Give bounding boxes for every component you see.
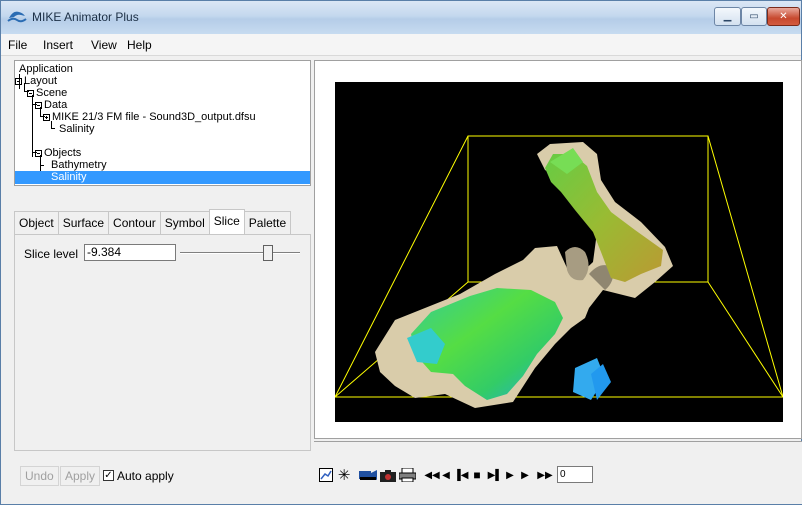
apply-bar: Undo Apply ✓ Auto apply — [14, 459, 311, 499]
tree-item-data-salinity[interactable]: Salinity — [59, 123, 94, 136]
tab-contour[interactable]: Contour — [108, 211, 161, 235]
tree-item-salinity-selected[interactable]: Salinity — [15, 171, 310, 184]
viewport-frame — [314, 60, 802, 439]
minimize-button[interactable]: ▁ — [714, 7, 741, 26]
tree-item-scene[interactable]: Scene — [27, 87, 67, 100]
play-icon[interactable]: ▶ — [518, 466, 532, 484]
menu-insert[interactable]: Insert — [43, 38, 73, 52]
app-logo-icon — [7, 11, 27, 23]
expand-icon[interactable] — [43, 113, 50, 121]
maximize-icon: ▭ — [749, 11, 759, 22]
scene-render — [335, 135, 783, 408]
rewind-icon[interactable]: ◀◀ — [424, 466, 439, 484]
slice-panel: Slice level -9.384 — [14, 234, 311, 451]
first-frame-icon[interactable]: ▐◀ — [454, 466, 469, 484]
camera-icon[interactable] — [380, 466, 396, 484]
step-forward-icon[interactable]: ▶ — [505, 466, 515, 484]
title-bar: MIKE Animator Plus ▁ ▭ ✕ — [1, 1, 801, 34]
slice-level-slider[interactable] — [180, 245, 300, 261]
stop-icon[interactable]: ■ — [470, 466, 484, 484]
slice-level-label: Slice level — [24, 247, 79, 261]
close-icon: ✕ — [779, 11, 788, 22]
edit-chart-icon[interactable] — [318, 466, 334, 484]
tree-item-dfsu-file[interactable]: MIKE 21/3 FM file - Sound3D_output.dfsu — [43, 111, 256, 124]
step-back-icon[interactable]: ◀ — [441, 466, 451, 484]
undo-button[interactable]: Undo — [20, 466, 59, 486]
maximize-button[interactable]: ▭ — [741, 7, 767, 26]
frame-number-input[interactable]: 0 — [557, 466, 593, 483]
tree-item-bathymetry[interactable]: Bathymetry — [51, 159, 107, 172]
tree-item-layout[interactable]: Layout — [15, 75, 57, 88]
tab-palette[interactable]: Palette — [243, 211, 292, 235]
app-window: MIKE Animator Plus ▁ ▭ ✕ File Insert Vie… — [0, 0, 802, 505]
record-icon[interactable] — [358, 466, 378, 484]
auto-apply-label: Auto apply — [117, 469, 174, 483]
menu-view[interactable]: View — [91, 38, 117, 52]
print-icon[interactable] — [398, 466, 416, 484]
menu-help[interactable]: Help — [127, 38, 152, 52]
slider-thumb[interactable] — [263, 245, 273, 261]
menu-bar: File Insert View Help — [1, 34, 801, 56]
tab-slice[interactable]: Slice — [208, 209, 245, 235]
asterisk-icon[interactable]: ✳ — [336, 466, 352, 484]
collapse-icon[interactable] — [15, 77, 22, 85]
tree-item-application[interactable]: Application — [19, 63, 73, 76]
menu-file[interactable]: File — [8, 38, 27, 52]
slider-track — [180, 252, 300, 254]
3d-scene-view[interactable] — [335, 82, 783, 422]
close-button[interactable]: ✕ — [767, 7, 800, 26]
tab-symbol[interactable]: Symbol — [159, 211, 210, 235]
playback-toolbar: ✳ ◀◀ ◀ ▐◀ ■ ▶▌ ▶ ▶ ▶▶ 0 — [314, 441, 802, 504]
minimize-icon: ▁ — [723, 11, 732, 22]
last-frame-icon[interactable]: ▶▌ — [488, 466, 503, 484]
property-tabs: Object Surface Contour Symbol Slice Pale… — [14, 209, 292, 235]
object-tree[interactable]: Application Layout Scene Data MIKE 21/3 … — [14, 60, 311, 186]
slice-level-input[interactable]: -9.384 — [84, 244, 176, 261]
fast-forward-icon[interactable]: ▶▶ — [536, 466, 554, 484]
tree-item-objects[interactable]: Objects — [35, 147, 81, 160]
auto-apply-checkbox[interactable]: ✓ — [103, 470, 114, 481]
tab-object[interactable]: Object — [14, 211, 59, 235]
tab-surface[interactable]: Surface — [57, 211, 110, 235]
window-title: MIKE Animator Plus — [32, 10, 139, 24]
apply-button[interactable]: Apply — [60, 466, 101, 486]
